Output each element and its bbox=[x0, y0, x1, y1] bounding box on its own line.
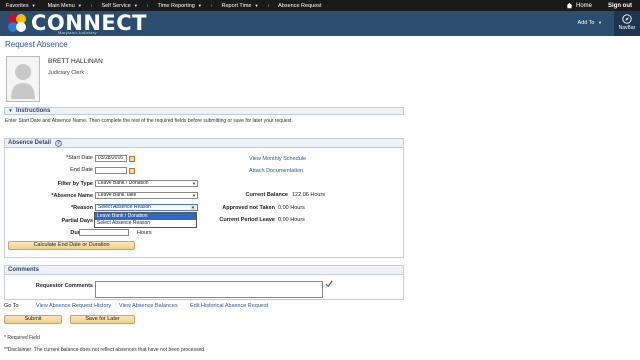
breadcrumb-label: Report Time bbox=[221, 2, 252, 9]
reason-value: Select Absence Reason bbox=[98, 204, 152, 210]
employee-name: BRETT HALLINAN bbox=[48, 58, 103, 65]
breadcrumb-label: Time Reporting bbox=[157, 2, 195, 9]
header-banner: CONNECT Maryland Judiciary Add To ▼ NavB… bbox=[0, 11, 640, 36]
chevron-down-icon: ▼ bbox=[192, 193, 196, 198]
save-for-later-button[interactable]: Save for Later bbox=[70, 315, 135, 324]
comments-heading: Comments bbox=[8, 267, 40, 273]
view-monthly-schedule-link[interactable]: View Monthly Schedule bbox=[249, 156, 306, 162]
disclaimer-note: **Disclaimer: The current balance does n… bbox=[4, 347, 206, 353]
breadcrumb-time-reporting[interactable]: Time Reporting ▼ bbox=[151, 3, 207, 9]
attach-documentation-link[interactable]: Attach Documentation bbox=[249, 168, 303, 174]
breadcrumb-separator: › bbox=[267, 2, 270, 9]
view-absence-balances-link[interactable]: View Absence Balances bbox=[119, 303, 178, 309]
approved-not-taken-label: Approved not Taken bbox=[222, 205, 275, 211]
absence-detail-heading: Absence Detail bbox=[8, 140, 52, 146]
start-date-input[interactable]: 03/28/2016 bbox=[95, 155, 127, 162]
requestor-comments-label: Requestor Comments bbox=[35, 283, 93, 289]
chevron-down-icon: ▼ bbox=[31, 3, 36, 8]
absence-name-select[interactable]: Leave Bank Take ▼ bbox=[95, 192, 198, 199]
chevron-down-icon: ▼ bbox=[254, 3, 259, 8]
breadcrumb-separator: › bbox=[146, 2, 149, 9]
instructions-text: Enter Start Date and Absence Name. Then … bbox=[5, 118, 293, 124]
current-balance-label: Current Balance bbox=[245, 192, 289, 198]
duration-unit: Hours bbox=[137, 230, 152, 236]
home-icon bbox=[566, 2, 573, 9]
calendar-icon[interactable] bbox=[129, 156, 135, 162]
chevron-down-icon: ▼ bbox=[190, 205, 196, 210]
current-balance-value: 122.06 Hours bbox=[292, 192, 326, 198]
breadcrumb-report-time[interactable]: Report Time ▼ bbox=[216, 3, 265, 9]
submit-button[interactable]: Submit bbox=[4, 315, 62, 324]
help-icon[interactable]: ? bbox=[55, 139, 63, 147]
partial-days-label: Partial Days bbox=[61, 218, 94, 224]
spell-check-icon[interactable] bbox=[325, 280, 333, 288]
breadcrumb-self-service[interactable]: Self Service ▼ bbox=[95, 3, 143, 9]
instructions-heading: Instructions bbox=[15, 108, 51, 114]
dropdown-option[interactable]: Leave Bank / Donation bbox=[95, 213, 196, 220]
absence-name-value: Leave Bank Take bbox=[98, 192, 137, 198]
collapse-triangle-icon: ▼ bbox=[8, 108, 13, 114]
chevron-down-icon: ▼ bbox=[133, 3, 138, 8]
absence-name-label: *Absence Name bbox=[51, 193, 93, 199]
navbar-button[interactable]: NavBar bbox=[614, 11, 640, 36]
calculate-end-date-button[interactable]: Calculate End Date or Duration bbox=[8, 241, 135, 250]
duration-input[interactable] bbox=[79, 229, 129, 236]
reason-select[interactable]: Select Absence Reason ▼ bbox=[95, 204, 198, 211]
employee-title: Judiciary Clerk bbox=[48, 70, 85, 76]
favorites-label: Favorites bbox=[6, 2, 29, 9]
goto-label: Go To bbox=[4, 303, 19, 309]
page-title: Request Absence bbox=[5, 40, 68, 49]
requestor-comments-textarea[interactable] bbox=[95, 281, 323, 298]
breadcrumb-separator: › bbox=[210, 2, 213, 9]
end-date-input[interactable] bbox=[95, 167, 127, 174]
top-navigation: Favorites ▼ Main Menu ▼ › Self Service ▼… bbox=[0, 0, 640, 11]
breadcrumb-separator: › bbox=[90, 2, 93, 9]
goto-row: Go To bbox=[4, 303, 19, 309]
end-date-label: End Date bbox=[70, 167, 93, 173]
breadcrumb-label: Self Service bbox=[101, 2, 131, 9]
main-menu-label: Main Menu bbox=[47, 2, 75, 9]
edit-historical-absence-request-link[interactable]: Edit Historical Absence Request bbox=[190, 303, 268, 309]
breadcrumb-label: Absence Request bbox=[278, 2, 322, 9]
sign-out-link[interactable]: Sign out bbox=[600, 3, 640, 9]
chevron-down-icon: ▼ bbox=[192, 181, 196, 186]
filter-by-type-value: Leave Bank / Donation bbox=[98, 180, 149, 186]
required-field-note: * Required Field bbox=[4, 335, 40, 341]
reason-label: *Reason bbox=[70, 205, 93, 211]
compass-icon bbox=[622, 14, 632, 24]
filter-by-type-select[interactable]: Leave Bank / Donation ▼ bbox=[95, 180, 198, 187]
view-absence-request-history-link[interactable]: View Absence Request History bbox=[36, 303, 111, 309]
main-menu[interactable]: Main Menu ▼ bbox=[42, 3, 88, 9]
approved-not-taken-value: 0.00 Hours bbox=[278, 205, 305, 211]
home-label: Home bbox=[575, 2, 592, 9]
add-to-menu[interactable]: Add To ▼ bbox=[577, 20, 602, 26]
chevron-down-icon: ▼ bbox=[197, 3, 202, 8]
start-date-label: *Start Date bbox=[66, 155, 93, 161]
logo-subtitle: Maryland Judiciary bbox=[58, 30, 97, 35]
filter-by-type-label: Filter by Type bbox=[57, 181, 93, 187]
person-silhouette-icon bbox=[11, 64, 35, 99]
navbar-label: NavBar bbox=[618, 25, 636, 31]
calendar-icon[interactable] bbox=[129, 168, 135, 174]
avatar bbox=[6, 56, 40, 102]
chevron-down-icon: ▼ bbox=[77, 3, 82, 8]
instructions-header[interactable]: ▼ Instructions bbox=[4, 107, 404, 115]
reason-dropdown-list: Leave Bank / Donation Select Absence Rea… bbox=[94, 212, 197, 228]
logo-icon bbox=[8, 14, 26, 32]
current-period-leave-value: 0.00 Hours bbox=[278, 217, 305, 223]
comments-header: Comments bbox=[5, 266, 403, 275]
dropdown-option[interactable]: Select Absence Reason bbox=[95, 220, 196, 227]
chevron-down-icon: ▼ bbox=[598, 20, 602, 25]
favorites-menu[interactable]: Favorites ▼ bbox=[0, 3, 42, 9]
current-period-leave-label: Current Period Leave bbox=[219, 217, 275, 223]
absence-detail-header: Absence Detail ? bbox=[5, 139, 403, 148]
home-link[interactable]: Home bbox=[558, 2, 600, 9]
add-to-label: Add To bbox=[577, 20, 595, 26]
breadcrumb-absence-request[interactable]: Absence Request bbox=[272, 3, 327, 9]
